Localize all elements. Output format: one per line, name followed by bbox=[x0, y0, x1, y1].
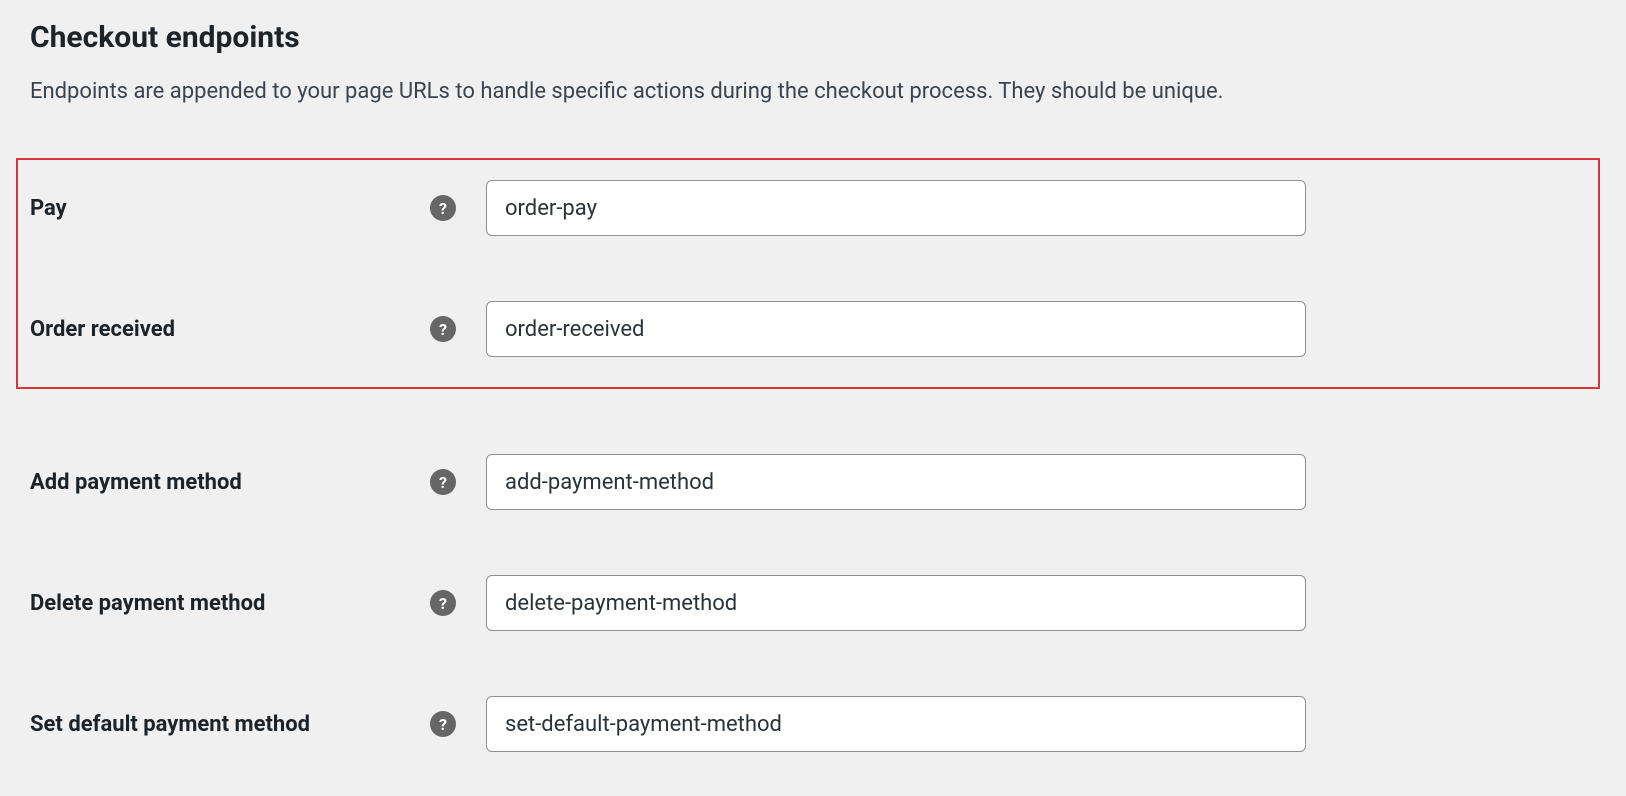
order-received-label: Order received bbox=[30, 317, 430, 342]
help-icon[interactable]: ? bbox=[430, 590, 456, 616]
field-row-add-payment-method: Add payment method ? bbox=[30, 454, 1596, 510]
field-row-order-received: Order received ? bbox=[30, 301, 1586, 357]
delete-payment-method-label: Delete payment method bbox=[30, 591, 430, 616]
add-payment-method-input[interactable] bbox=[486, 454, 1306, 510]
pay-input[interactable] bbox=[486, 180, 1306, 236]
help-icon[interactable]: ? bbox=[430, 469, 456, 495]
delete-payment-method-input[interactable] bbox=[486, 575, 1306, 631]
field-row-set-default-payment-method: Set default payment method ? bbox=[30, 696, 1596, 752]
set-default-payment-method-label: Set default payment method bbox=[30, 712, 430, 737]
set-default-payment-method-input[interactable] bbox=[486, 696, 1306, 752]
field-row-pay: Pay ? bbox=[30, 180, 1586, 236]
section-description: Endpoints are appended to your page URLs… bbox=[30, 75, 1596, 108]
order-received-input[interactable] bbox=[486, 301, 1306, 357]
help-icon[interactable]: ? bbox=[430, 316, 456, 342]
add-payment-method-label: Add payment method bbox=[30, 470, 430, 495]
section-title: Checkout endpoints bbox=[30, 20, 1596, 55]
fields-container: Pay ? Order received ? Add payment metho… bbox=[30, 148, 1596, 752]
highlighted-fields-box: Pay ? Order received ? bbox=[16, 158, 1600, 389]
field-row-delete-payment-method: Delete payment method ? bbox=[30, 575, 1596, 631]
help-icon[interactable]: ? bbox=[430, 195, 456, 221]
help-icon[interactable]: ? bbox=[430, 711, 456, 737]
pay-label: Pay bbox=[30, 196, 430, 221]
